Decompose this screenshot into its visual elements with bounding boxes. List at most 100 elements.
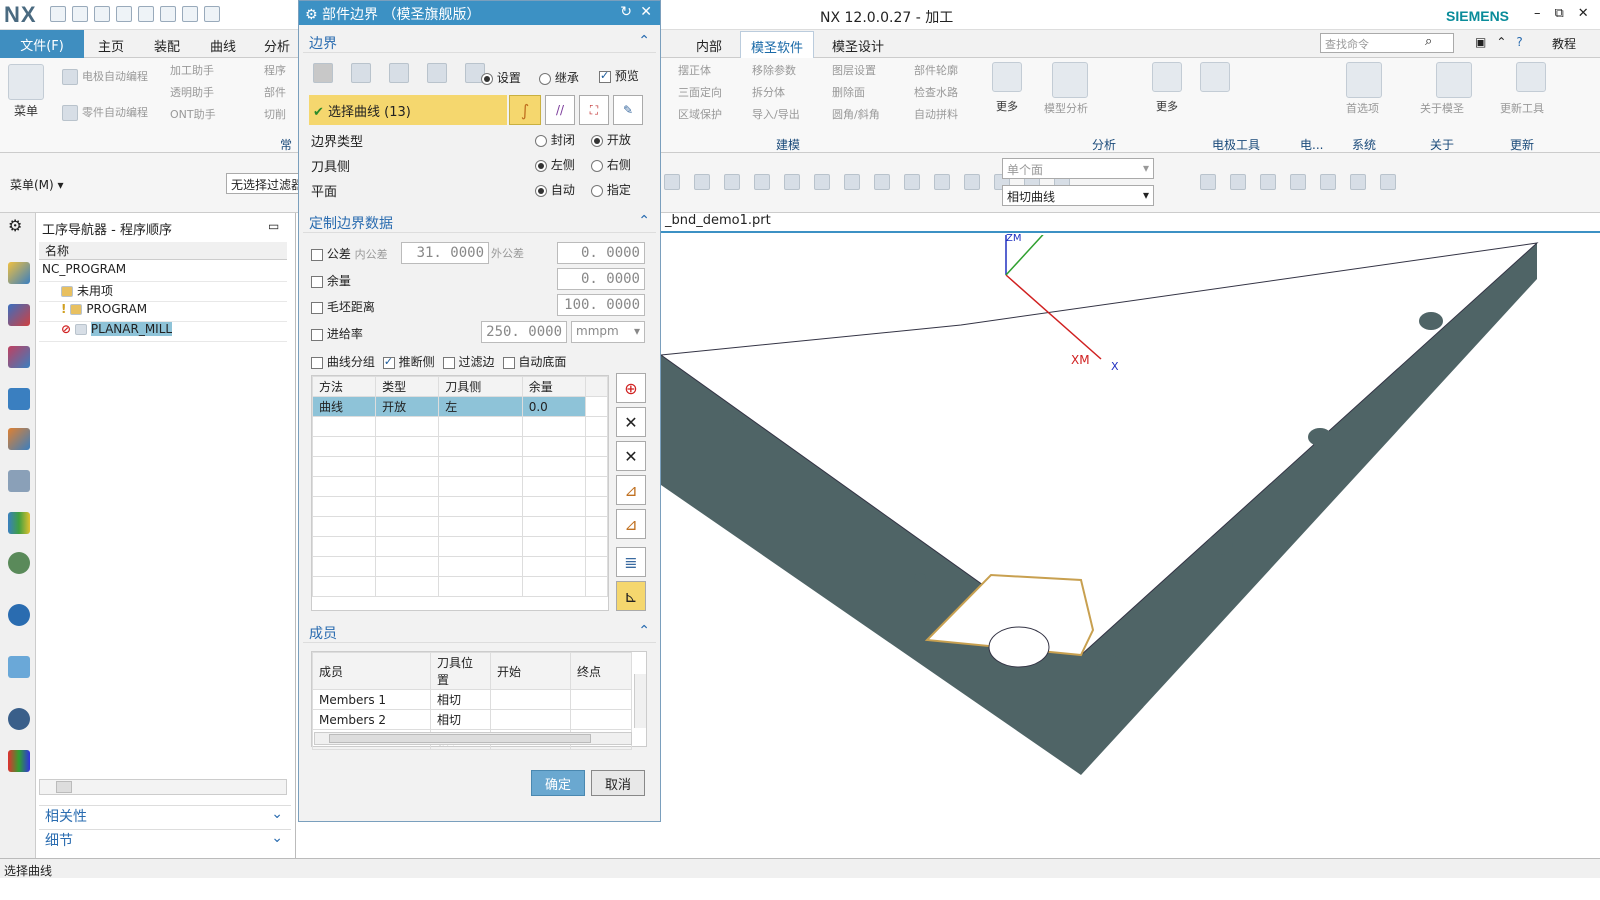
col-stock[interactable]: 余量 — [521, 376, 586, 397]
open-radio[interactable]: 开放 — [591, 131, 631, 148]
more-analysis-label[interactable]: 更多 — [1156, 98, 1178, 114]
snap-icon[interactable] — [784, 174, 800, 190]
ribbon-delete-face[interactable]: 删除面 — [832, 84, 865, 100]
more-analysis-icon[interactable] — [1152, 62, 1182, 92]
command-search-input[interactable]: 查找命令 — [1320, 33, 1454, 53]
section-details[interactable]: 细节 ⌄ — [39, 829, 291, 851]
copy-boundary-icon[interactable]: ⊿ — [616, 509, 646, 539]
more-modeling-icon[interactable] — [992, 62, 1022, 92]
history-icon[interactable] — [8, 708, 30, 730]
snap-icon[interactable] — [694, 174, 710, 190]
model-analysis-label[interactable]: 模型分析 — [1044, 100, 1088, 116]
settings-gear-icon[interactable]: ⚙ — [8, 216, 22, 235]
intol-field[interactable]: 31. 0000 — [401, 242, 489, 264]
outtol-field[interactable]: 0. 0000 — [557, 242, 645, 264]
cancel-button[interactable]: 取消 — [591, 770, 645, 796]
collapse-ribbon-icon[interactable]: ⌃ — [1496, 35, 1506, 49]
auto-floor-checkbox[interactable]: 自动底面 — [502, 353, 566, 370]
tree-row-program[interactable]: ! PROGRAM — [39, 302, 287, 322]
copy-icon[interactable] — [116, 6, 132, 22]
curve-rule-select[interactable]: 相切曲线 ▾ — [1002, 185, 1154, 206]
operation-navigator-icon[interactable] — [8, 388, 30, 410]
snap-icon[interactable] — [664, 174, 680, 190]
snap-icon[interactable] — [754, 174, 770, 190]
graphics-window[interactable]: _bnd_demo1.prt XM X ZM — [661, 213, 1600, 871]
undo-icon[interactable] — [72, 6, 88, 22]
ribbon-three-face[interactable]: 三面定向 — [678, 84, 722, 100]
snap-icon[interactable] — [964, 174, 980, 190]
save-icon[interactable] — [50, 6, 66, 22]
help-icon[interactable]: ? — [1516, 35, 1522, 49]
members-vscroll[interactable] — [634, 674, 646, 728]
ribbon-fillet-chamfer[interactable]: 圆角/斜角 — [832, 106, 880, 122]
ribbon-split-body[interactable]: 拆分体 — [752, 84, 785, 100]
delete-all-icon[interactable]: ✕ — [616, 441, 646, 471]
reset-icon[interactable]: ↻ — [620, 4, 632, 20]
col-tool-side[interactable]: 刀具侧 — [438, 376, 523, 397]
file-menu-button[interactable]: 文件(F) — [0, 30, 84, 58]
col-start[interactable]: 开始 — [490, 652, 571, 690]
snap-icon[interactable] — [724, 174, 740, 190]
snap-icon[interactable] — [814, 174, 830, 190]
menu-icon[interactable] — [8, 64, 44, 100]
members-hscroll[interactable] — [314, 732, 632, 745]
member-row[interactable]: Members 2 相切 — [312, 709, 632, 730]
tree-row-unused[interactable]: 未用项 — [39, 282, 287, 302]
col-member[interactable]: 成员 — [312, 652, 431, 690]
preferences-label[interactable]: 首选项 — [1346, 100, 1379, 116]
point-select-icon[interactable] — [389, 63, 409, 83]
filter-edges-checkbox[interactable]: 过滤边 — [442, 353, 495, 370]
ribbon-ont-assist[interactable]: ONT助手 — [170, 106, 216, 122]
tab-mosheng-design[interactable]: 模圣设计 — [832, 36, 884, 55]
ribbon-part-auto[interactable]: 零件自动编程 — [62, 104, 148, 121]
snap-icon[interactable] — [874, 174, 890, 190]
blank-distance-checkbox[interactable]: 毛坯距离 — [311, 298, 375, 315]
infer-side-checkbox[interactable]: 推断侧 — [382, 353, 435, 370]
section-custom-header[interactable]: 定制边界数据 ⌃ — [303, 211, 656, 233]
restore-button[interactable]: ⧉ — [1555, 6, 1564, 21]
assembly-navigator-icon[interactable] — [8, 304, 30, 326]
stock-field[interactable]: 0. 0000 — [557, 268, 645, 290]
ribbon-cut[interactable]: 切削 — [264, 106, 286, 122]
delete-boundary-icon[interactable]: ✕ — [616, 407, 646, 437]
close-icon[interactable]: ✕ — [640, 4, 652, 20]
render-icon[interactable] — [1380, 174, 1396, 190]
electrode-tool-icon[interactable] — [1200, 62, 1230, 92]
csys-icon[interactable]: ⊾ — [616, 581, 646, 611]
rotate-icon[interactable] — [1260, 174, 1276, 190]
web-browser-icon[interactable] — [8, 656, 30, 678]
view-icon[interactable] — [1200, 174, 1216, 190]
maximize-icon[interactable]: ▭ — [268, 219, 279, 233]
tolerance-checkbox[interactable]: 公差 内公差 — [311, 245, 388, 262]
part-navigator-icon[interactable] — [8, 262, 30, 284]
reuse-library-icon[interactable] — [8, 470, 30, 492]
left-side-radio[interactable]: 左侧 — [535, 156, 575, 173]
table-row[interactable]: 曲线 开放 左 0.0 — [311, 396, 609, 417]
closed-radio[interactable]: 封闭 — [535, 131, 575, 148]
ribbon-area-protect[interactable]: 区域保护 — [678, 106, 722, 122]
render-icon[interactable] — [1350, 174, 1366, 190]
col-type[interactable]: 类型 — [375, 376, 440, 397]
ribbon-import-export[interactable]: 导入/导出 — [752, 106, 800, 122]
part-model[interactable] — [661, 235, 1600, 871]
feed-rate-checkbox[interactable]: 进给率 — [311, 325, 363, 342]
col-method[interactable]: 方法 — [311, 376, 377, 397]
boundary-list[interactable]: 方法 类型 刀具侧 余量 曲线 开放 左 0.0 — [311, 375, 609, 611]
boundary-icon[interactable]: ⛶ — [579, 95, 609, 125]
snap-icon[interactable] — [934, 174, 950, 190]
part-file-tab[interactable]: _bnd_demo1.prt — [661, 213, 1600, 233]
parallel-icon[interactable]: // — [545, 95, 575, 125]
plane-auto-radio[interactable]: 自动 — [535, 181, 575, 198]
ribbon-menu-label[interactable]: 菜单 — [14, 102, 38, 119]
rectangle-select-icon[interactable] — [427, 63, 447, 83]
navigator-scrollbar[interactable] — [39, 779, 287, 795]
menu-dropdown-button[interactable]: 菜单(M) ▾ — [10, 176, 64, 193]
tab-analysis[interactable]: 分析 — [264, 36, 290, 55]
section-dependencies[interactable]: 相关性 ⌄ — [39, 805, 291, 827]
face-select-icon[interactable] — [313, 63, 333, 83]
col-tool-position[interactable]: 刀具位置 — [430, 652, 491, 690]
search-icon[interactable]: ⌕ — [1425, 34, 1432, 49]
section-members-header[interactable]: 成员 ⌃ — [303, 621, 656, 643]
add-boundary-icon[interactable]: ⊕ — [616, 373, 646, 403]
tab-curve[interactable]: 曲线 — [210, 36, 236, 55]
